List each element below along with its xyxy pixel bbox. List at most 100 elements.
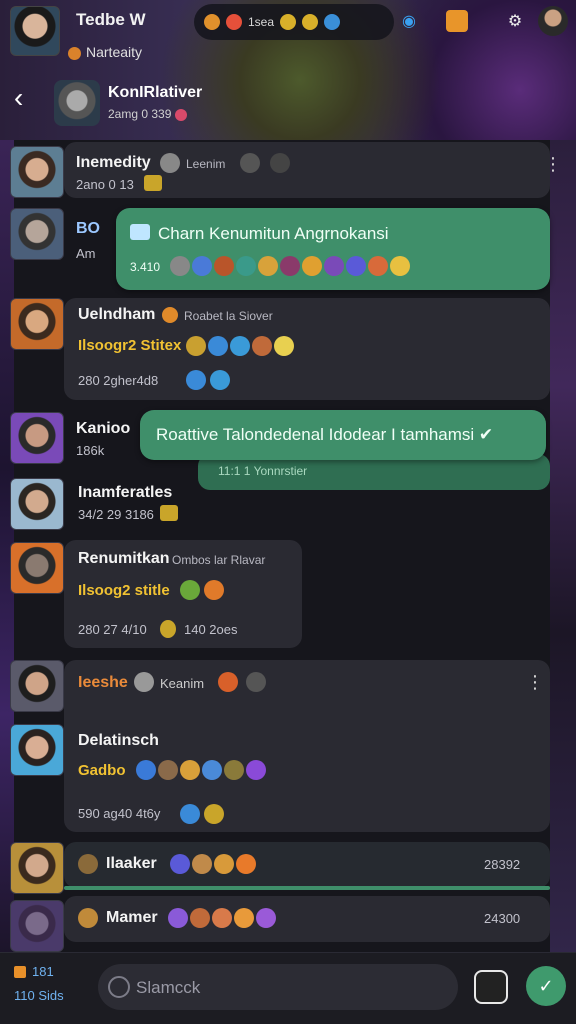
message-bubble-4[interactable]: Roattive Talondedenal Idodear I tamhamsi… xyxy=(140,410,546,460)
avatar-5[interactable] xyxy=(10,478,64,530)
reaction-icon xyxy=(258,256,278,276)
reaction-icon xyxy=(230,336,250,356)
attach-button[interactable] xyxy=(474,970,508,1004)
reaction-icon xyxy=(186,370,206,390)
message-accent-9 xyxy=(64,886,550,890)
back-button[interactable]: ‹ xyxy=(14,84,42,112)
emoji-icon xyxy=(240,153,260,173)
avatar-2[interactable] xyxy=(10,208,64,260)
music-note-icon-2 xyxy=(302,14,319,30)
reaction-icon xyxy=(168,908,188,928)
reaction-row-9[interactable] xyxy=(170,854,256,874)
reaction-icon xyxy=(212,908,232,928)
app-title: Tedbe W xyxy=(76,10,146,29)
status-pill[interactable]: 1sea xyxy=(194,4,394,40)
reaction-icon xyxy=(210,370,230,390)
channel-subtitle: 2amg 0 339 xyxy=(108,107,187,121)
image-icon xyxy=(130,224,150,240)
message-meta-9: 28392 xyxy=(484,857,521,872)
emoji-icon-2 xyxy=(270,153,290,173)
reaction-icon xyxy=(214,256,234,276)
avatar-9[interactable] xyxy=(10,842,64,894)
user-avatar[interactable] xyxy=(538,6,568,36)
gear-icon[interactable]: ⚙ xyxy=(504,10,526,32)
reaction-icon xyxy=(390,256,410,276)
message-tag-6: Ombos lar Rlavar xyxy=(172,553,266,567)
more-options-icon[interactable]: ⋮ xyxy=(544,154,562,174)
avatar-3[interactable] xyxy=(10,298,64,350)
avatar-8[interactable] xyxy=(10,724,64,776)
message-name-3: Uelndham xyxy=(78,306,156,323)
message-meta-5: 34/2 29 3186 xyxy=(78,507,154,522)
reaction-row-3[interactable] xyxy=(186,336,294,356)
message-name-9: Ilaaker xyxy=(106,855,157,872)
coin-icon xyxy=(160,505,178,521)
reaction-icon xyxy=(224,760,244,780)
reaction-icon xyxy=(214,854,234,874)
badge-icon xyxy=(162,307,178,323)
more-options-icon[interactable]: ⋮ xyxy=(526,672,544,692)
message-tag-7: Keanim xyxy=(160,676,205,691)
message-extra-6: 140 2oes xyxy=(184,622,238,637)
message-meta-10: 24300 xyxy=(484,911,521,926)
channel-avatar[interactable] xyxy=(54,80,100,126)
bubble-text-2: Charn Kenumitun Angrnokansi xyxy=(158,224,389,243)
channel-subtitle-text: 2amg 0 339 xyxy=(108,107,172,121)
reaction-icon xyxy=(192,256,212,276)
message-name-5: Inamferatles xyxy=(78,484,173,501)
message-meta-1: 2ano 0 13 xyxy=(76,177,134,192)
rank-icon xyxy=(78,854,98,874)
reaction-icon xyxy=(158,760,178,780)
app-subtitle: Narteaity xyxy=(68,44,142,60)
reaction-icon xyxy=(274,336,294,356)
message-name-6: Renumitkan xyxy=(78,550,170,567)
reaction-icon xyxy=(192,854,212,874)
search-icon xyxy=(108,976,130,998)
reaction-icon xyxy=(234,908,254,928)
reaction-icon xyxy=(236,854,256,874)
message-highlight-8: Gadbo xyxy=(78,762,126,779)
reaction-icon xyxy=(346,256,366,276)
avatar-4[interactable] xyxy=(10,412,64,464)
reaction-row-8[interactable] xyxy=(136,760,266,780)
send-button[interactable]: ✓ xyxy=(526,966,566,1006)
avatar-1[interactable] xyxy=(10,146,64,198)
reaction-icon xyxy=(186,336,206,356)
reaction-icon xyxy=(280,256,300,276)
message-name-1: Inemedity xyxy=(76,154,151,171)
reaction-icon xyxy=(180,760,200,780)
avatar-6[interactable] xyxy=(10,542,64,594)
message-name-8: Delatinsch xyxy=(78,732,159,749)
clock-icon xyxy=(160,153,180,173)
avatar-10[interactable] xyxy=(10,900,64,952)
reaction-icon xyxy=(190,908,210,928)
top-bar: Tedbe W Narteaity 1sea ◉ ⚙ xyxy=(0,0,576,60)
reaction-icon xyxy=(204,580,224,600)
reaction-row-2[interactable] xyxy=(170,256,410,276)
grid-icon[interactable] xyxy=(446,10,468,32)
message-meta-3: 280 2gher4d8 xyxy=(78,373,159,388)
status-icon xyxy=(174,108,187,121)
notification-icon xyxy=(14,966,26,978)
reaction-icon xyxy=(246,760,266,780)
reaction-icon xyxy=(368,256,388,276)
right-decoration xyxy=(550,140,576,960)
reaction-icon xyxy=(170,854,190,874)
message-tag-3: Roabet la Siover xyxy=(184,309,273,323)
reaction-icon xyxy=(170,256,190,276)
message-name-2: BO xyxy=(76,220,100,237)
message-name-10: Mamer xyxy=(106,909,158,926)
wave-icon xyxy=(324,14,341,30)
reaction-icon xyxy=(236,256,256,276)
app-subtitle-text: Narteaity xyxy=(86,44,143,60)
app-avatar[interactable] xyxy=(10,6,60,56)
reaction-icon xyxy=(218,672,238,692)
avatar-7[interactable] xyxy=(10,660,64,712)
reaction-icon xyxy=(252,336,272,356)
reaction-icon xyxy=(204,804,224,824)
reaction-icon xyxy=(208,336,228,356)
location-icon[interactable]: ◉ xyxy=(398,10,420,32)
reaction-row-10[interactable] xyxy=(168,908,276,928)
fire-icon xyxy=(204,14,220,30)
message-bubble-2[interactable]: Charn Kenumitun Angrnokansi 3.410 xyxy=(116,208,550,290)
